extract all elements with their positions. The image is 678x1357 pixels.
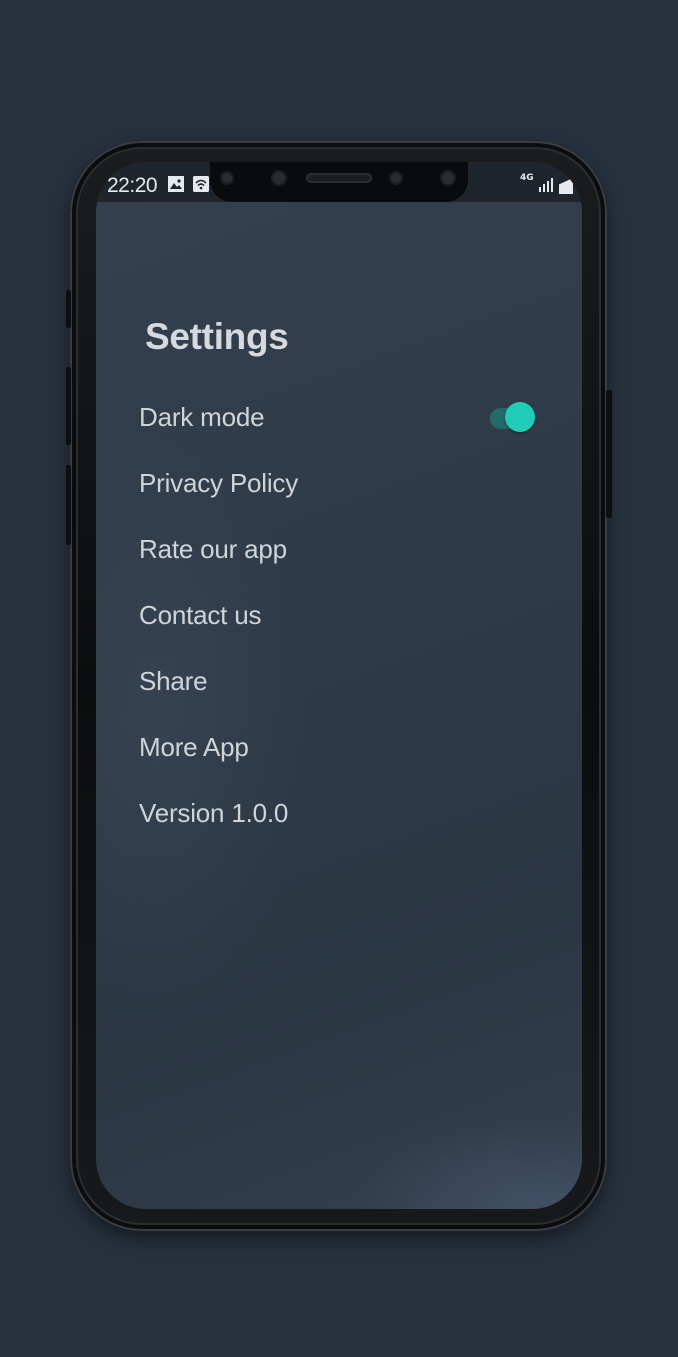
earpiece-speaker xyxy=(306,173,372,183)
power-button xyxy=(606,390,612,518)
settings-item-contact-us[interactable]: Contact us xyxy=(139,600,261,631)
silent-switch xyxy=(66,290,71,328)
camera-notch xyxy=(210,162,468,202)
phone-screen: 22:20 4G Settings Dark mode Privacy Poli… xyxy=(96,162,582,1209)
volume-up-button xyxy=(66,367,71,445)
dark-mode-toggle[interactable] xyxy=(488,400,536,436)
proximity-sensor xyxy=(271,170,287,186)
signal-icon xyxy=(538,176,554,192)
toggle-thumb xyxy=(505,402,535,432)
wifi-icon xyxy=(193,176,209,192)
image-icon xyxy=(168,176,184,192)
status-time: 22:20 xyxy=(107,174,158,197)
settings-item-rate-our-app[interactable]: Rate our app xyxy=(139,534,287,565)
page-title: Settings xyxy=(145,316,289,357)
volume-down-button xyxy=(66,465,71,545)
settings-item-share[interactable]: Share xyxy=(139,666,208,697)
settings-item-privacy-policy[interactable]: Privacy Policy xyxy=(139,468,298,499)
settings-item-dark-mode[interactable]: Dark mode xyxy=(139,402,265,433)
settings-item-version: Version 1.0.0 xyxy=(139,798,289,828)
status-bar: 22:20 4G xyxy=(96,162,582,202)
settings-item-more-app[interactable]: More App xyxy=(139,732,249,763)
light-sensor xyxy=(440,170,456,186)
battery-icon xyxy=(559,178,573,194)
front-camera xyxy=(389,171,403,185)
network-type-label: 4G xyxy=(520,173,534,183)
front-sensor xyxy=(220,171,234,185)
